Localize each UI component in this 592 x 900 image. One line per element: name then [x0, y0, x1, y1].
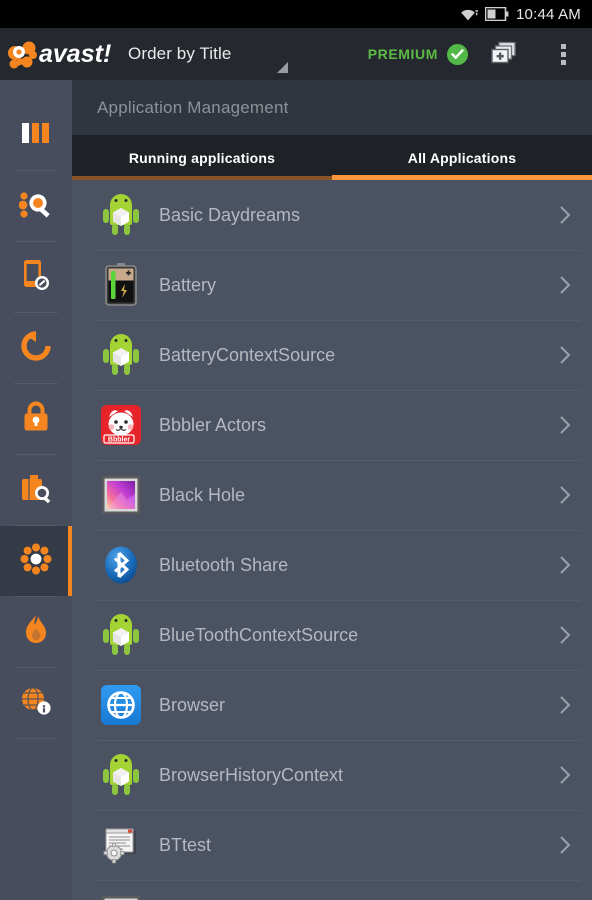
- list-item-label: BlueToothContextSource: [159, 624, 359, 645]
- svg-text:Bbbler: Bbbler: [108, 437, 130, 444]
- battery-icon: [485, 7, 509, 21]
- phone-block-icon: [21, 258, 51, 297]
- android-robot-icon: [97, 191, 145, 239]
- list-item-label: Bbbler Actors: [159, 414, 267, 435]
- list-item-label: BTtest: [159, 834, 212, 855]
- list-item[interactable]: Browser: [72, 670, 592, 740]
- refresh-circle-icon: [20, 330, 52, 366]
- android-robot-icon: [97, 611, 145, 659]
- premium-badge[interactable]: PREMIUM: [367, 43, 476, 65]
- list-item[interactable]: BatteryContextSource: [72, 320, 592, 390]
- wifi-icon: [459, 7, 479, 22]
- chevron-right-icon: [554, 485, 576, 505]
- chevron-right-icon: [554, 205, 576, 225]
- status-bar: 10:44 AM: [0, 0, 592, 28]
- bbbler-dog-icon: Bbbler: [97, 401, 145, 449]
- page-header: Application Management: [72, 80, 592, 135]
- briefcase-search-icon: [20, 473, 52, 508]
- page-title: Application Management: [97, 97, 289, 117]
- tab-running-applications[interactable]: Running applications: [72, 135, 332, 180]
- list-item[interactable]: BlueToothContextSource: [72, 600, 592, 670]
- gradient-photo-icon: [97, 471, 145, 519]
- add-window-icon[interactable]: [476, 28, 534, 80]
- bluetooth-icon: [97, 541, 145, 589]
- sidebar-item-dashboard[interactable]: [0, 100, 72, 170]
- overflow-menu-icon[interactable]: [534, 28, 592, 80]
- chevron-right-icon: [554, 415, 576, 435]
- list-item[interactable]: Bluetooth Share: [72, 530, 592, 600]
- list-item[interactable]: Basic Daydreams: [72, 180, 592, 250]
- flame-icon: [23, 614, 49, 651]
- list-item-label: Battery: [159, 274, 217, 295]
- content-area: Application Management Running applicati…: [72, 80, 592, 900]
- chevron-right-icon: [554, 275, 576, 295]
- padlock-icon: [22, 401, 50, 438]
- list-item[interactable]: Bubbles: [72, 880, 592, 900]
- action-bar-right-group: PREMIUM: [368, 28, 592, 80]
- chevron-right-icon: [554, 555, 576, 575]
- sidebar-item-app-management[interactable]: [0, 526, 72, 596]
- chevron-right-icon: [554, 695, 576, 715]
- gradient-photo-icon: [97, 891, 145, 900]
- svg-text:avast!: avast!: [39, 40, 111, 68]
- document-gear-icon: [97, 821, 145, 869]
- sidebar-divider: [14, 738, 58, 739]
- avast-logo[interactable]: avast!: [0, 37, 118, 71]
- sidebar-item-scan[interactable]: [0, 171, 72, 241]
- sidebar-item-app-lock[interactable]: [0, 384, 72, 454]
- globe-info-icon: [20, 686, 52, 721]
- avast-mobile-security-screen: 10:44 AM avast! Order by Title PREMIUM A…: [0, 0, 592, 900]
- sidebar-item-network-meter[interactable]: [0, 668, 72, 738]
- list-item-label: BatteryContextSource: [159, 344, 336, 365]
- tab-bar: Running applications All Applications: [72, 135, 592, 180]
- action-bar: avast! Order by Title PREMIUM: [0, 28, 592, 80]
- sidebar-item-privacy-scan[interactable]: [0, 455, 72, 525]
- tab-all-applications[interactable]: All Applications: [332, 135, 592, 180]
- list-item[interactable]: Battery: [72, 250, 592, 320]
- sidebar-item-firewall[interactable]: [0, 597, 72, 667]
- android-robot-icon: [97, 751, 145, 799]
- scan-search-icon: [18, 189, 53, 224]
- globe-browser-icon: [97, 681, 145, 729]
- premium-label: PREMIUM: [367, 46, 438, 62]
- sidebar: [0, 80, 72, 900]
- android-robot-icon: [97, 331, 145, 379]
- list-item-label: Black Hole: [159, 484, 246, 505]
- list-item-label: Bluetooth Share: [159, 554, 289, 575]
- list-item[interactable]: BTtest: [72, 810, 592, 880]
- tab-running-applications-label: Running applications: [128, 149, 276, 166]
- check-circle-icon: [447, 43, 468, 65]
- battery-app-icon: [97, 261, 145, 309]
- list-item-label: Basic Daydreams: [159, 204, 301, 225]
- list-item[interactable]: BrowserHistoryContext: [72, 740, 592, 810]
- body: Application Management Running applicati…: [0, 80, 592, 900]
- list-item-label: Browser: [159, 694, 226, 715]
- list-item[interactable]: Bbbler Bbbler Actors: [72, 390, 592, 460]
- chevron-right-icon: [554, 835, 576, 855]
- sidebar-item-backup[interactable]: [0, 313, 72, 383]
- list-item[interactable]: Black Hole: [72, 460, 592, 530]
- bars-icon: [20, 119, 52, 152]
- app-management-icon: [20, 543, 52, 580]
- dropdown-caret-icon[interactable]: [277, 62, 288, 73]
- chevron-right-icon: [554, 345, 576, 365]
- sidebar-item-call-blocker[interactable]: [0, 242, 72, 312]
- chevron-right-icon: [554, 765, 576, 785]
- tab-all-applications-label: All Applications: [407, 149, 517, 166]
- application-list[interactable]: Basic Daydreams Battery BatteryContextSo…: [72, 180, 592, 900]
- list-item-label: BrowserHistoryContext: [159, 764, 344, 785]
- status-bar-clock: 10:44 AM: [516, 5, 581, 23]
- sort-order-label[interactable]: Order by Title: [128, 44, 231, 64]
- chevron-right-icon: [554, 625, 576, 645]
